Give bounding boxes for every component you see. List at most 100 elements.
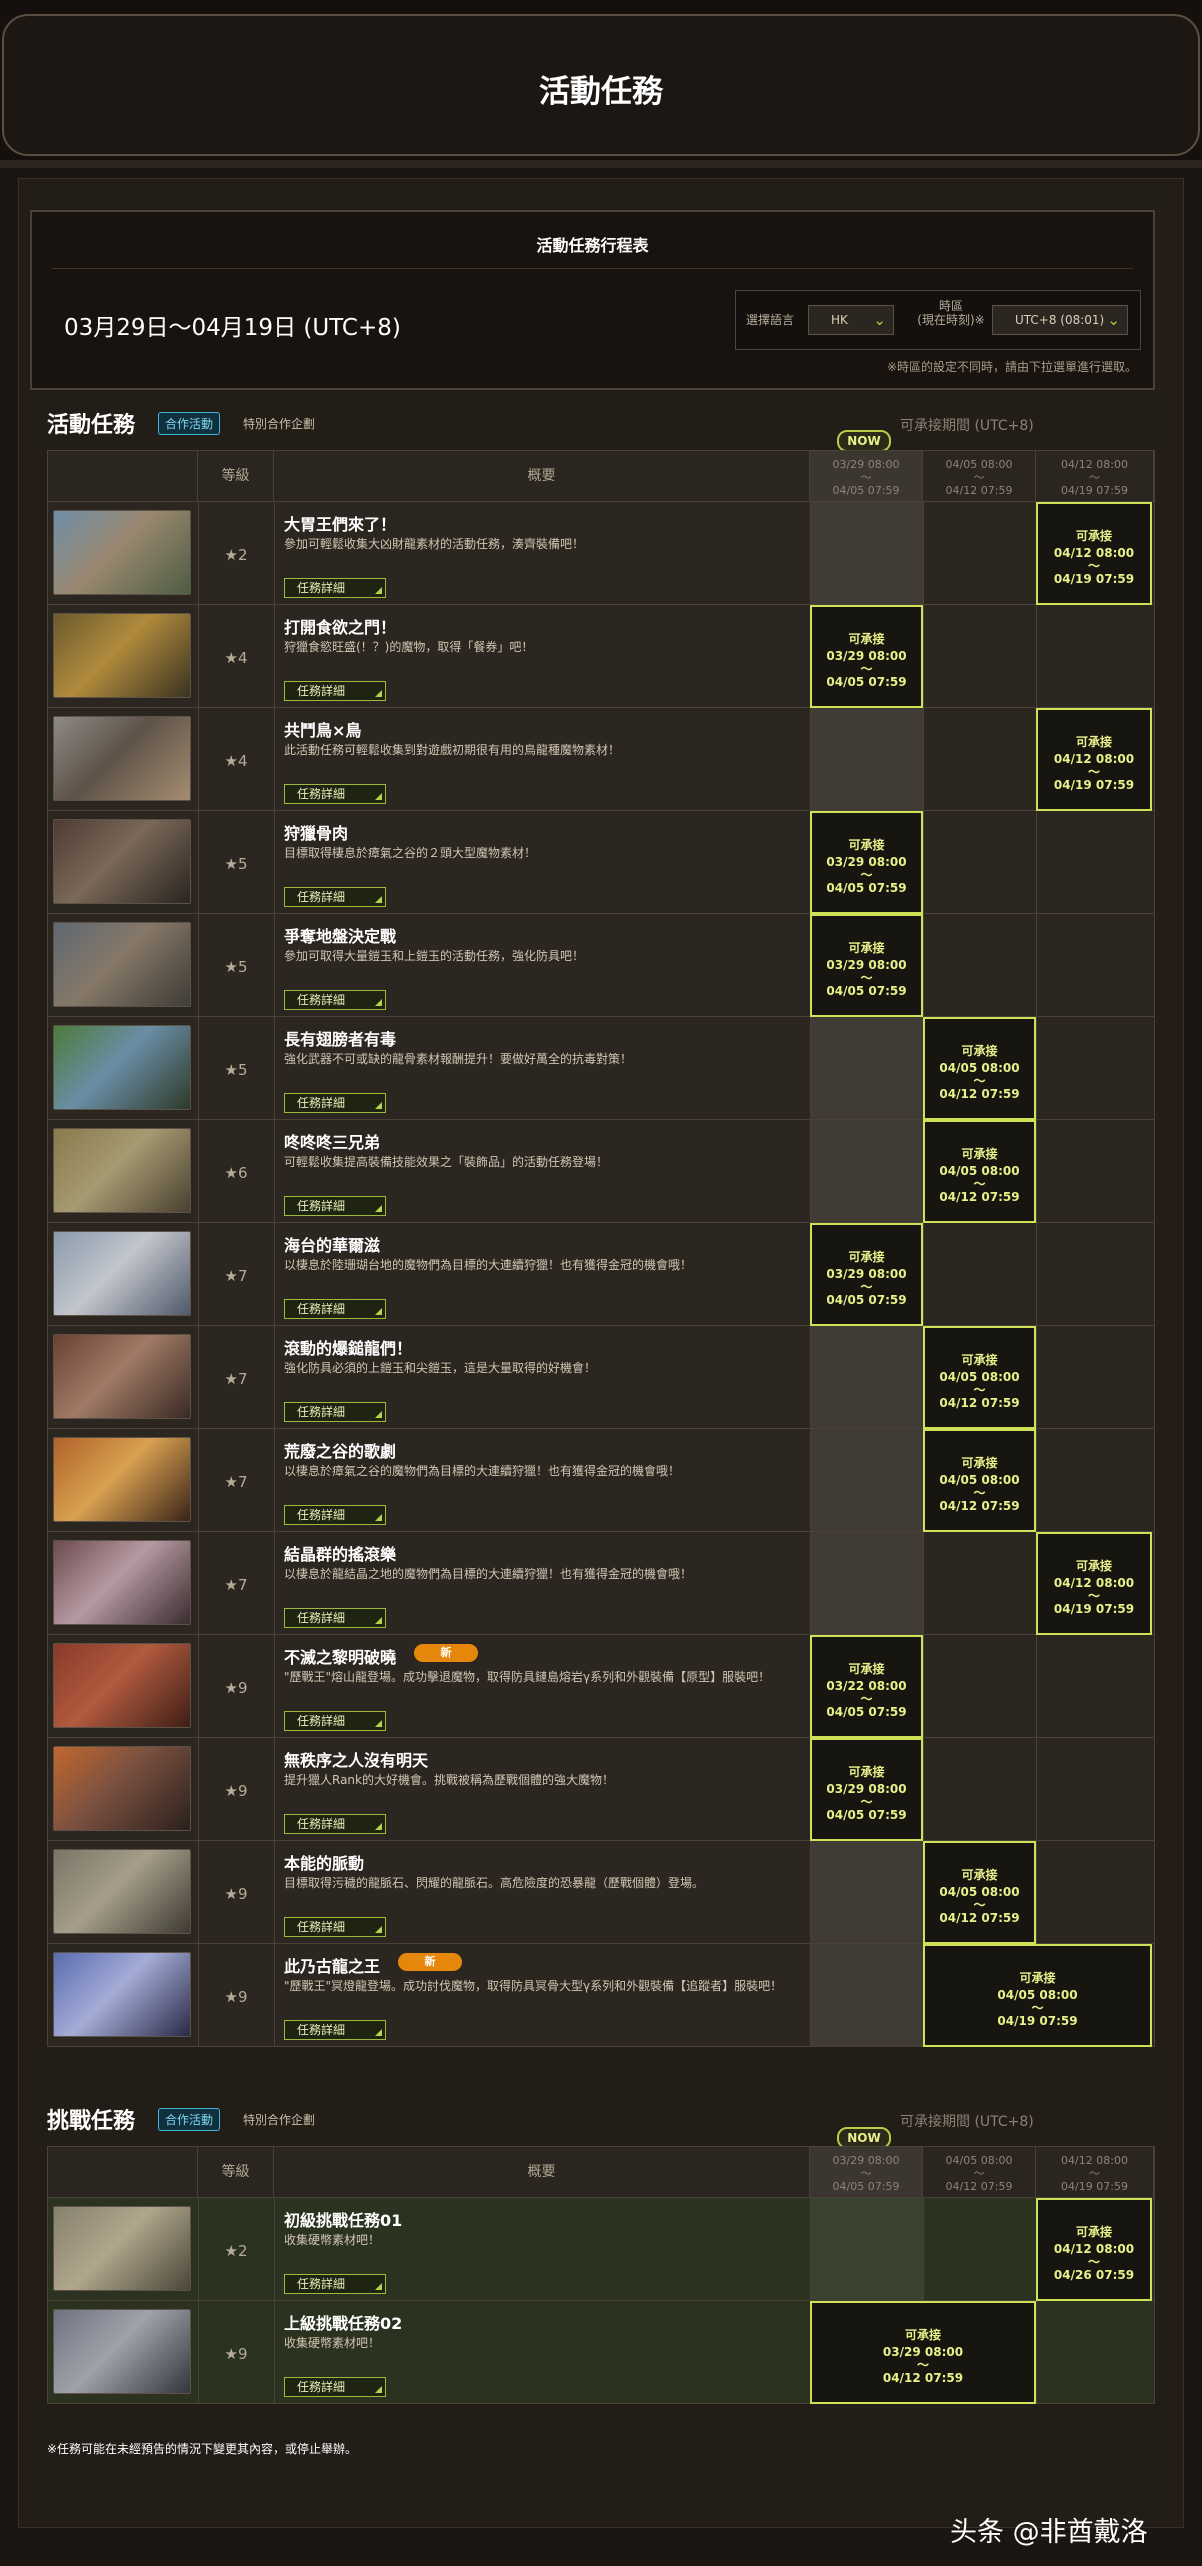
table-row: ★5 長有翅膀者有毒 強化武器不可或缺的龍骨素材報酬提升！要做好萬全的抗毒對策！ 任務… [47, 1017, 1155, 1120]
period-label: 可承接期間 (UTC+8) [900, 2114, 1034, 2130]
availability-end: 04/19 07:59 [1053, 1602, 1135, 1616]
column-divider [1036, 811, 1037, 913]
quest-detail-button[interactable]: 任務詳細 [284, 2020, 386, 2040]
period-label: 可承接期間 (UTC+8) [900, 418, 1034, 434]
quest-detail-button[interactable]: 任務詳細 [284, 1711, 386, 1731]
schedule-panel: 活動任務行程表 03月29日～04月19日 (UTC+8) 選擇語言 HK ⌄ 時… [30, 210, 1155, 390]
quest-detail-button[interactable]: 任務詳細 [284, 1608, 386, 1628]
quest-description: 提升獵人Rank的大好機會。挑戰被稱為歷戰個體的強大魔物！ [284, 1773, 614, 1787]
table-row: ★9 此乃古龍之王 "歷戰王"冥燈龍登場。成功討伐魔物，取得防具冥骨大型γ系列和外觀… [47, 1944, 1155, 2047]
watermark: 头条 @非酋戴洛 [950, 2517, 1148, 2548]
quest-detail-button[interactable]: 任務詳細 [284, 990, 386, 1010]
column-divider [274, 1738, 275, 1840]
language-label: 選擇語言 [746, 313, 795, 327]
language-select[interactable]: HK ⌄ [808, 305, 894, 335]
quest-detail-button[interactable]: 任務詳細 [284, 1814, 386, 1834]
quest-detail-button[interactable]: 任務詳細 [284, 2377, 386, 2397]
quest-title: 打開食欲之門！ [284, 618, 397, 637]
quest-thumbnail[interactable] [53, 1231, 191, 1316]
timezone-select[interactable]: UTC+8 (08:01) ⌄ [992, 305, 1128, 335]
quest-thumbnail[interactable] [53, 1128, 191, 1213]
column-divider [274, 502, 275, 604]
quest-level: ★9 [224, 1782, 248, 1800]
quest-detail-button[interactable]: 任務詳細 [284, 1093, 386, 1113]
column-divider [274, 605, 275, 707]
quest-thumbnail[interactable] [53, 1952, 191, 2037]
column-divider [923, 1635, 924, 1737]
header-cell: 概要 [274, 2147, 810, 2197]
quest-thumbnail[interactable] [53, 1746, 191, 1831]
schedule-title: 活動任務行程表 [536, 236, 649, 255]
quest-thumbnail[interactable] [53, 716, 191, 801]
quest-thumbnail[interactable] [53, 1849, 191, 1934]
availability-cell: 可承接 04/12 08:00 〜 04/19 07:59 [1036, 708, 1152, 811]
quest-detail-button[interactable]: 任務詳細 [284, 1402, 386, 1422]
quest-level: ★6 [224, 1164, 248, 1182]
availability-label: 可承接 [961, 1044, 998, 1058]
column-divider [1036, 1120, 1037, 1222]
table-row: ★7 滾動的爆鎚龍們！ 強化防具必須的上鎧玉和尖鎧玉，這是大量取得的好機會！ 任務詳細… [47, 1326, 1155, 1429]
availability-end: 04/05 07:59 [826, 1293, 907, 1307]
availability-cell: 可承接 04/12 08:00 〜 04/19 07:59 [1036, 1532, 1152, 1635]
quest-detail-button[interactable]: 任務詳細 [284, 887, 386, 907]
now-column [810, 1017, 923, 1119]
column-divider [274, 914, 275, 1016]
availability-label: 可承接 [848, 632, 885, 646]
quest-thumbnail[interactable] [53, 2309, 191, 2394]
quest-thumbnail[interactable] [53, 1540, 191, 1625]
quest-thumbnail[interactable] [53, 1334, 191, 1419]
availability-label: 可承接 [1075, 529, 1112, 543]
quest-level: ★7 [224, 1267, 248, 1285]
column-divider [274, 1223, 275, 1325]
column-divider [1036, 914, 1037, 1016]
availability-cell: 可承接 03/29 08:00 〜 04/05 07:59 [810, 605, 923, 708]
column-divider [923, 708, 924, 810]
availability-end: 04/05 07:59 [826, 1808, 907, 1822]
quest-thumbnail[interactable] [53, 1437, 191, 1522]
quest-thumbnail[interactable] [53, 510, 191, 595]
date-header: 03/29 08:00 〜 04/05 07:59 [810, 451, 923, 501]
availability-label: 可承接 [961, 1353, 998, 1367]
timezone-label: 時區 (現在時刻)※ [917, 299, 985, 327]
quest-title: 結晶群的搖滾樂 [284, 1545, 397, 1564]
quest-detail-button[interactable]: 任務詳細 [284, 681, 386, 701]
availability-end: 04/19 07:59 [997, 2014, 1078, 2028]
table-row: ★9 本能的脈動 目標取得污穢的龍脈石、閃耀的龍脈石。高危險度的恐暴龍（歷戰個體）登… [47, 1841, 1155, 1944]
date-start: 03/29 08:00 [832, 458, 900, 471]
quest-detail-button[interactable]: 任務詳細 [284, 784, 386, 804]
quest-title: 荒廢之谷的歌劇 [284, 1442, 397, 1461]
quest-thumbnail[interactable] [53, 1025, 191, 1110]
quest-detail-button[interactable]: 任務詳細 [284, 1505, 386, 1525]
column-divider [274, 1429, 275, 1531]
quest-thumbnail[interactable] [53, 1643, 191, 1728]
quest-detail-button[interactable]: 任務詳細 [284, 578, 386, 598]
quest-detail-button[interactable]: 任務詳細 [284, 2274, 386, 2294]
quest-description: 狩獵食慾旺盛(！？)的魔物，取得「餐券」吧！ [284, 640, 534, 654]
chevron-down-icon: ⌄ [1107, 311, 1120, 329]
availability-end: 04/05 07:59 [826, 984, 907, 998]
quest-detail-button[interactable]: 任務詳細 [284, 1196, 386, 1216]
now-indicator: NOW [837, 430, 891, 452]
quest-description: 此活動任務可輕鬆收集到對遊戲初期很有用的鳥龍種魔物素材！ [284, 743, 621, 757]
availability-cell: 可承接 03/29 08:00 〜 04/05 07:59 [810, 811, 923, 914]
quest-detail-button[interactable]: 任務詳細 [284, 1917, 386, 1937]
quest-description: 以棲息於龍結晶之地的魔物們為目標的大連續狩獵！也有獲得金冠的機會哦！ [284, 1567, 693, 1581]
availability-cell: 可承接 04/05 08:00 〜 04/12 07:59 [923, 1326, 1036, 1429]
date-header: 04/12 08:00 〜 04/19 07:59 [1036, 451, 1154, 501]
quest-thumbnail[interactable] [53, 922, 191, 1007]
quest-title: 大胃王們來了！ [284, 515, 397, 534]
date-separator: 〜 [973, 2167, 985, 2180]
column-divider [810, 1017, 811, 1119]
quest-thumbnail[interactable] [53, 2206, 191, 2291]
quest-thumbnail[interactable] [53, 819, 191, 904]
column-divider [810, 502, 811, 604]
availability-end: 04/05 07:59 [826, 881, 907, 895]
footer-note: ※任務可能在未經預告的情況下變更其內容，或停止舉辦。 [47, 2442, 358, 2456]
quest-title: 上級挑戰任務02 [284, 2314, 403, 2333]
column-divider [1036, 1017, 1037, 1119]
table-header: 等級 概要 03/29 08:00 〜 04/05 07:59 04/05 08:00 〜 0… [47, 2146, 1155, 2198]
quest-detail-button[interactable]: 任務詳細 [284, 1299, 386, 1319]
quest-thumbnail[interactable] [53, 613, 191, 698]
availability-label: 可承接 [1075, 735, 1112, 749]
now-column [810, 502, 923, 604]
